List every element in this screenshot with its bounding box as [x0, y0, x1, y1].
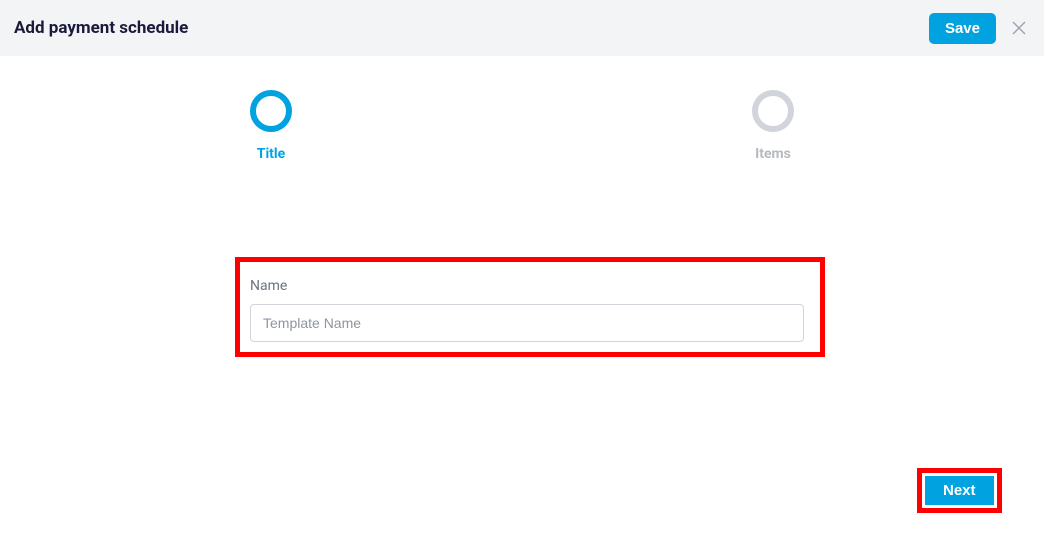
step-circle-icon [250, 90, 292, 132]
name-label: Name [250, 278, 810, 294]
step-label: Items [755, 146, 791, 162]
dialog-header: Add payment schedule Save [0, 0, 1044, 56]
step-label: Title [257, 146, 285, 162]
step-title[interactable]: Title [250, 90, 292, 162]
dialog-title: Add payment schedule [14, 18, 188, 38]
next-button[interactable]: Next [925, 476, 994, 505]
save-button[interactable]: Save [929, 13, 996, 44]
stepper: Title Items [0, 90, 1044, 162]
step-circle-icon [752, 90, 794, 132]
close-icon[interactable] [1008, 17, 1030, 39]
name-form-section: Name [235, 257, 825, 357]
next-button-highlight: Next [917, 468, 1002, 513]
name-input[interactable] [250, 304, 804, 342]
step-items[interactable]: Items [752, 90, 794, 162]
header-actions: Save [929, 13, 1030, 44]
